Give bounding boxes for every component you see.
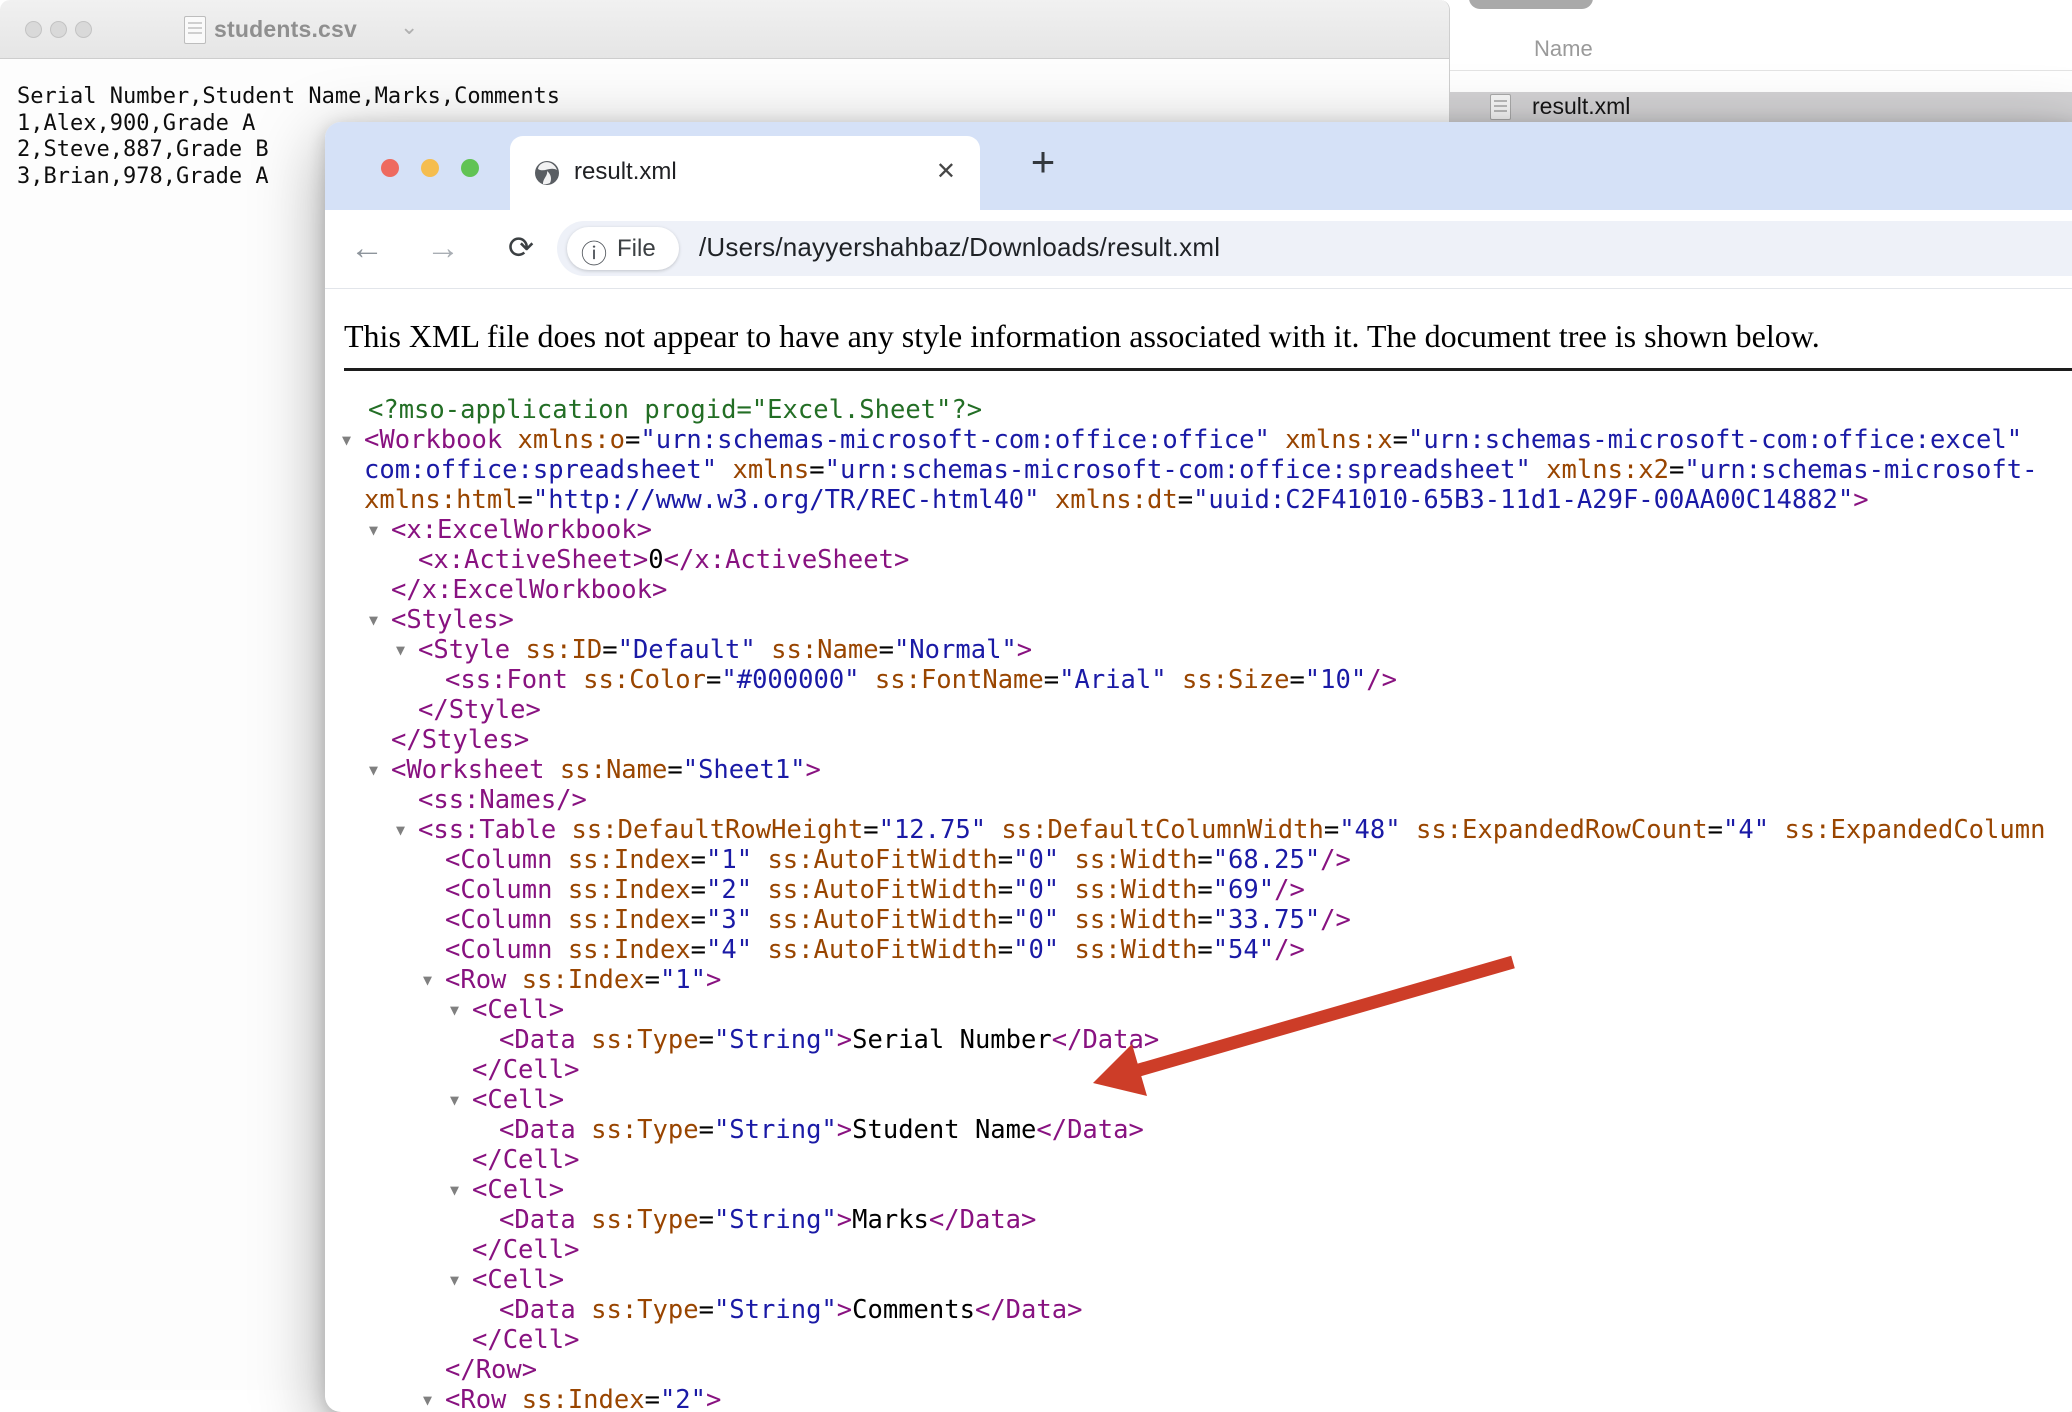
close-button[interactable] bbox=[25, 21, 42, 38]
tab-title: result.xml bbox=[574, 158, 677, 186]
xml-line: </Cell> bbox=[344, 1235, 2072, 1265]
expander-triangle-icon[interactable]: ▼ bbox=[369, 755, 378, 785]
xml-line: ▼<Style ss:ID="Default" ss:Name="Normal"… bbox=[344, 635, 2072, 665]
expander-triangle-icon[interactable]: ▼ bbox=[369, 605, 378, 635]
xml-document-tree: <?mso-application progid="Excel.Sheet"?>… bbox=[344, 395, 2072, 1412]
window-title: students.csv bbox=[214, 16, 357, 43]
info-icon: ⓘ bbox=[581, 234, 607, 271]
xml-line: ▼<Cell> bbox=[344, 995, 2072, 1025]
file-scheme-chip[interactable]: ⓘ File bbox=[567, 227, 679, 270]
xml-line: <Column ss:Index="1" ss:AutoFitWidth="0"… bbox=[344, 845, 2072, 875]
xml-line: ▼<Cell> bbox=[344, 1085, 2072, 1115]
toolbar-button-fragment bbox=[1469, 0, 1593, 9]
xml-line: <Data ss:Type="String">Comments</Data> bbox=[344, 1295, 2072, 1325]
xml-line: <Column ss:Index="4" ss:AutoFitWidth="0"… bbox=[344, 935, 2072, 965]
xml-line: ▼<ss:Table ss:DefaultRowHeight="12.75" s… bbox=[344, 815, 2072, 845]
forward-icon[interactable]: → bbox=[413, 218, 473, 278]
reload-icon[interactable]: ⟳ bbox=[491, 218, 551, 278]
globe-favicon-icon bbox=[534, 160, 560, 186]
browser-toolbar: ← → ⟳ ⓘ File /Users/nayyershahbaz/Downlo… bbox=[325, 210, 2072, 289]
minimize-button[interactable] bbox=[421, 159, 439, 177]
fullscreen-button[interactable] bbox=[461, 159, 479, 177]
xml-line: <ss:Names/> bbox=[344, 785, 2072, 815]
xml-line: xmlns:html="http://www.w3.org/TR/REC-htm… bbox=[344, 485, 2072, 515]
xml-line: ▼<Cell> bbox=[344, 1175, 2072, 1205]
xml-line: ▼<Workbook xmlns:o="urn:schemas-microsof… bbox=[344, 425, 2072, 455]
xml-line: </x:ExcelWorkbook> bbox=[344, 575, 2072, 605]
xml-line: <Data ss:Type="String">Student Name</Dat… bbox=[344, 1115, 2072, 1145]
xml-line: ▼<Styles> bbox=[344, 605, 2072, 635]
name-column-header[interactable]: Name bbox=[1534, 36, 1593, 62]
xml-line: ▼<Worksheet ss:Name="Sheet1"> bbox=[344, 755, 2072, 785]
file-name-label: result.xml bbox=[1532, 93, 1630, 120]
xml-style-notice: This XML file does not appear to have an… bbox=[344, 318, 1820, 355]
expander-triangle-icon[interactable]: ▼ bbox=[396, 815, 405, 845]
file-icon bbox=[1490, 94, 1511, 120]
xml-line: </Cell> bbox=[344, 1055, 2072, 1085]
xml-line: <ss:Font ss:Color="#000000" ss:FontName=… bbox=[344, 665, 2072, 695]
divider bbox=[1450, 70, 2072, 71]
xml-line: <Column ss:Index="3" ss:AutoFitWidth="0"… bbox=[344, 905, 2072, 935]
expander-triangle-icon[interactable]: ▼ bbox=[342, 425, 351, 455]
tab-strip: result.xml ✕ + bbox=[325, 122, 2072, 210]
xml-line: <x:ActiveSheet>0</x:ActiveSheet> bbox=[344, 545, 2072, 575]
minimize-button[interactable] bbox=[50, 21, 67, 38]
expander-triangle-icon[interactable]: ▼ bbox=[423, 965, 432, 995]
xml-line: ▼<Row ss:Index="2"> bbox=[344, 1385, 2072, 1412]
xml-line: com:office:spreadsheet" xmlns="urn:schem… bbox=[344, 455, 2072, 485]
xml-line: </Style> bbox=[344, 695, 2072, 725]
address-bar[interactable]: ⓘ File /Users/nayyershahbaz/Downloads/re… bbox=[557, 221, 2072, 276]
expander-triangle-icon[interactable]: ▼ bbox=[369, 515, 378, 545]
xml-line: ▼<Cell> bbox=[344, 1265, 2072, 1295]
zoom-button[interactable] bbox=[75, 21, 92, 38]
xml-line: </Cell> bbox=[344, 1325, 2072, 1355]
expander-triangle-icon[interactable]: ▼ bbox=[450, 1085, 459, 1115]
tab-result-xml[interactable]: result.xml ✕ bbox=[510, 136, 980, 210]
back-icon[interactable]: ← bbox=[337, 218, 397, 278]
tab-close-icon[interactable]: ✕ bbox=[936, 157, 956, 186]
expander-triangle-icon[interactable]: ▼ bbox=[450, 1175, 459, 1205]
xml-line: </Styles> bbox=[344, 725, 2072, 755]
textedit-titlebar: students.csv ⌄ bbox=[0, 0, 1449, 59]
xml-line: <?mso-application progid="Excel.Sheet"?> bbox=[344, 395, 2072, 425]
new-tab-button[interactable]: + bbox=[1015, 136, 1071, 192]
file-chip-label: File bbox=[617, 235, 656, 263]
expander-triangle-icon[interactable]: ▼ bbox=[396, 635, 405, 665]
xml-line: <Data ss:Type="String">Marks</Data> bbox=[344, 1205, 2072, 1235]
expander-triangle-icon[interactable]: ▼ bbox=[423, 1385, 432, 1412]
finder-window-fragment: Name result.xml bbox=[1450, 0, 2072, 123]
chevron-down-icon[interactable]: ⌄ bbox=[400, 14, 418, 40]
expander-triangle-icon[interactable]: ▼ bbox=[450, 1265, 459, 1295]
xml-line: <Data ss:Type="String">Serial Number</Da… bbox=[344, 1025, 2072, 1055]
notice-divider bbox=[344, 368, 2072, 371]
expander-triangle-icon[interactable]: ▼ bbox=[450, 995, 459, 1025]
xml-line: </Row> bbox=[344, 1355, 2072, 1385]
xml-line: ▼<x:ExcelWorkbook> bbox=[344, 515, 2072, 545]
xml-line: </Cell> bbox=[344, 1145, 2072, 1175]
close-button[interactable] bbox=[381, 159, 399, 177]
browser-window: result.xml ✕ + ← → ⟳ ⓘ File /Users/nayye… bbox=[325, 122, 2072, 1412]
document-icon bbox=[184, 16, 206, 44]
file-row-selected[interactable]: result.xml bbox=[1450, 92, 2072, 123]
xml-line: ▼<Row ss:Index="1"> bbox=[344, 965, 2072, 995]
xml-line: <Column ss:Index="2" ss:AutoFitWidth="0"… bbox=[344, 875, 2072, 905]
url-text[interactable]: /Users/nayyershahbaz/Downloads/result.xm… bbox=[699, 232, 1220, 263]
